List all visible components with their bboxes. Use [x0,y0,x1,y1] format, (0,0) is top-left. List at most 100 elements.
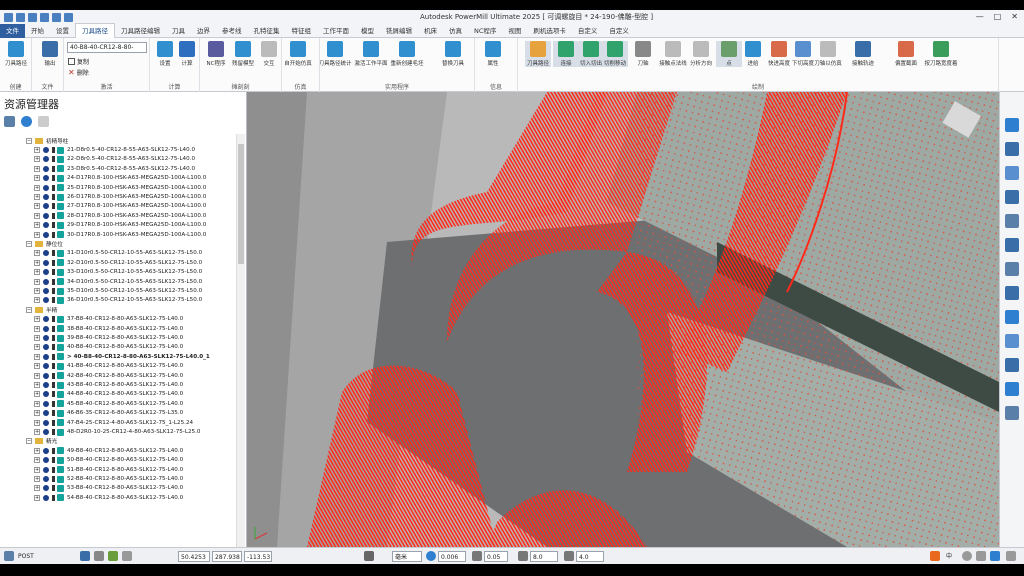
lightbulb-icon[interactable] [52,316,55,323]
tree-toolpath-item[interactable]: +47-B4-25-CR12-4-80-A63-SLK12-75_1-L25.2… [34,418,193,427]
redo-icon[interactable] [64,12,73,22]
tree-toolpath-item[interactable]: +31-D10r0.5-50-CR12-10-55-A63-SLK12-75-L… [34,249,202,258]
tab-19[interactable]: 自定义 [603,24,635,38]
visibility-icon[interactable] [43,184,49,191]
lightbulb-icon[interactable] [52,419,55,426]
lightbulb-icon[interactable] [52,429,55,436]
lightbulb-icon[interactable] [52,410,55,417]
visibility-icon[interactable] [43,203,49,210]
visibility-icon[interactable] [43,250,49,257]
visibility-icon[interactable] [43,372,49,379]
tab-16[interactable]: 视图 [502,24,527,38]
expand-icon[interactable]: + [34,194,40,201]
save-icon[interactable] [40,12,49,22]
grid-icon[interactable] [94,551,104,561]
visibility-icon[interactable] [43,466,49,473]
microphone-icon[interactable] [990,551,1000,561]
expand-icon[interactable]: + [34,466,40,473]
tree-folder[interactable]: − 初精导柱 [26,136,68,145]
visibility-icon[interactable] [43,325,49,332]
expand-icon[interactable]: + [34,288,40,295]
lightbulb-icon[interactable] [52,457,55,464]
visibility-icon[interactable] [43,316,49,323]
expand-icon[interactable]: + [34,250,40,257]
tree-toolpath-item[interactable]: +23-D8r0.5-40-CR12-8-55-A63-SLK12-75-L40… [34,164,195,173]
expand-icon[interactable]: + [34,494,40,501]
visibility-icon[interactable] [43,259,49,266]
lightbulb-icon[interactable] [52,325,55,332]
close-icon[interactable]: ✕ [1011,12,1018,21]
expand-icon[interactable]: + [34,447,40,454]
visibility-icon[interactable] [43,335,49,342]
tree-toolpath-item[interactable]: +40-B8-40-CR12-8-80-A63-SLK12-75-L40.0 [34,343,183,352]
visibility-icon[interactable] [43,222,49,229]
tab-15[interactable]: NC程序 [468,24,502,38]
visibility-icon[interactable] [43,457,49,464]
expand-icon[interactable]: + [34,156,40,163]
expand-icon[interactable]: + [34,316,40,323]
visibility-icon[interactable] [43,447,49,454]
workplane-icon[interactable] [80,551,90,561]
expand-icon[interactable]: + [34,485,40,492]
visibility-icon[interactable] [43,353,49,360]
visibility-icon[interactable] [43,288,49,295]
expand-icon[interactable]: + [34,457,40,464]
lightbulb-icon[interactable] [52,269,55,276]
calculator-icon[interactable] [364,551,374,561]
visibility-icon[interactable] [43,410,49,417]
lightbulb-icon[interactable] [52,382,55,389]
visibility-icon[interactable] [43,156,49,163]
expand-icon[interactable]: + [34,372,40,379]
visibility-icon[interactable] [43,147,49,154]
tab-0[interactable]: 文件 [0,23,25,38]
expand-icon[interactable]: + [34,353,40,360]
lightbulb-icon[interactable] [52,194,55,201]
visibility-icon[interactable] [43,194,49,201]
lightbulb-icon[interactable] [52,222,55,229]
tree-toolpath-item[interactable]: +44-B8-40-CR12-8-80-A63-SLK12-75-L40.0 [34,390,183,399]
tree-toolpath-item[interactable]: +42-B8-40-CR12-8-80-A63-SLK12-75-L40.0 [34,371,183,380]
expand-icon[interactable]: + [34,429,40,436]
diameter-field[interactable]: 8.0 [530,551,558,562]
expand-icon[interactable]: + [34,344,40,351]
expand-icon[interactable]: + [34,335,40,342]
expand-icon[interactable]: + [34,278,40,285]
tab-9[interactable]: 特征组 [286,24,318,38]
post-processor-label[interactable]: POST [18,551,34,562]
lightbulb-icon[interactable] [52,156,55,163]
expand-icon[interactable]: + [34,175,40,182]
expand-icon[interactable]: + [34,325,40,332]
expand-icon[interactable]: + [34,400,40,407]
tree-toolpath-item[interactable]: +49-B8-40-CR12-8-80-A63-SLK12-75-L40.0 [34,446,183,455]
tab-14[interactable]: 仿真 [443,24,468,38]
lightbulb-icon[interactable] [52,372,55,379]
lightbulb-icon[interactable] [52,363,55,370]
visibility-icon[interactable] [43,278,49,285]
tree-toolpath-item[interactable]: +52-B8-40-CR12-8-80-A63-SLK12-75-L40.0 [34,474,183,483]
view-tool-icon-2[interactable] [1005,166,1019,180]
lightbulb-icon[interactable] [52,400,55,407]
view-tool-icon-6[interactable] [1005,262,1019,276]
thickness-field[interactable]: 0.05 [484,551,508,562]
lightbulb-icon[interactable] [52,175,55,182]
visibility-icon[interactable] [43,429,49,436]
tree-toolpath-item[interactable]: +22-D8r0.5-40-CR12-8-55-A63-SLK12-75-L40… [34,155,195,164]
tree-toolpath-item[interactable]: +51-B8-40-CR12-8-80-A63-SLK12-75-L40.0 [34,465,183,474]
tree-toolpath-item[interactable]: +35-D10r0.5-50-CR12-10-55-A63-SLK12-75-L… [34,286,202,295]
expand-icon[interactable]: − [26,438,32,445]
tree-toolpath-item[interactable]: +38-B8-40-CR12-8-80-A63-SLK12-75-L40.0 [34,324,183,333]
visibility-icon[interactable] [43,391,49,398]
expand-icon[interactable]: + [34,184,40,191]
tree-toolpath-item[interactable]: +43-B8-40-CR12-8-80-A63-SLK12-75-L40.0 [34,380,183,389]
tree-toolpath-item[interactable]: +45-B8-40-CR12-8-80-A63-SLK12-75-L40.0 [34,399,183,408]
view-tool-icon-8[interactable] [1005,310,1019,324]
keyboard-icon[interactable] [1006,551,1016,561]
tree-toolpath-item[interactable]: +54-B8-40-CR12-8-80-A63-SLK12-75-L40.0 [34,493,183,502]
visibility-icon[interactable] [43,476,49,483]
visibility-icon[interactable] [43,400,49,407]
expand-icon[interactable]: + [34,259,40,266]
tab-18[interactable]: 自定义 [572,24,604,38]
lightbulb-icon[interactable] [52,184,55,191]
visibility-icon[interactable] [43,165,49,172]
tree-toolpath-item[interactable]: + > 40-B8-40-CR12-8-80-A63-SLK12-75-L40.0… [34,352,210,361]
